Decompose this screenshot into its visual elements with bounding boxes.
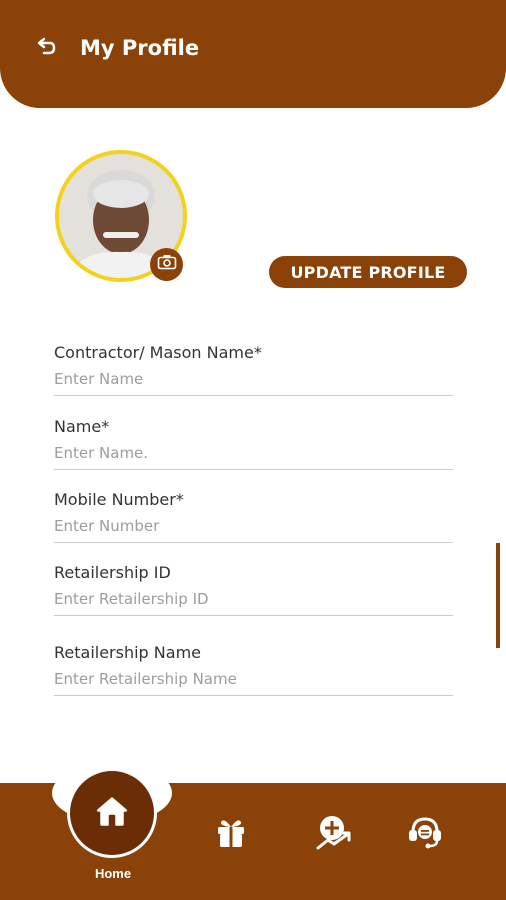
field-label: Name* xyxy=(54,417,110,436)
retailership-name-field: Retailership Name xyxy=(54,643,453,696)
page-title: My Profile xyxy=(80,36,200,60)
home-icon xyxy=(95,794,129,833)
field-label: Retailership Name xyxy=(54,643,201,662)
scrollbar[interactable] xyxy=(496,543,500,648)
retailership-id-input[interactable] xyxy=(54,590,453,615)
mobile-number-field: Mobile Number* xyxy=(54,490,453,543)
update-profile-button[interactable]: UPDATE PROFILE xyxy=(269,256,467,288)
support-headset-icon xyxy=(405,812,445,857)
nav-support-button[interactable] xyxy=(405,814,445,854)
nav-gift-button[interactable] xyxy=(211,814,251,854)
field-label: Contractor/ Mason Name* xyxy=(54,343,262,362)
app-header: My Profile xyxy=(0,0,506,108)
name-input[interactable] xyxy=(54,444,453,469)
change-photo-button[interactable] xyxy=(150,248,183,281)
camera-icon xyxy=(157,254,177,275)
nav-add-growth-button[interactable] xyxy=(314,814,354,854)
nav-home-label[interactable]: Home xyxy=(84,866,142,881)
field-label: Mobile Number* xyxy=(54,490,184,509)
mobile-number-input[interactable] xyxy=(54,517,453,542)
contractor-name-field: Contractor/ Mason Name* xyxy=(54,343,453,396)
add-growth-icon xyxy=(314,812,354,857)
retailership-id-field: Retailership ID xyxy=(54,563,453,616)
retailership-name-input[interactable] xyxy=(54,670,453,695)
nav-home-button[interactable] xyxy=(67,768,157,858)
gift-icon xyxy=(214,815,248,854)
contractor-name-input[interactable] xyxy=(54,370,453,395)
profile-avatar-container xyxy=(55,150,187,282)
name-field: Name* xyxy=(54,417,453,470)
field-label: Retailership ID xyxy=(54,563,171,582)
back-arrow-icon[interactable] xyxy=(30,33,60,63)
